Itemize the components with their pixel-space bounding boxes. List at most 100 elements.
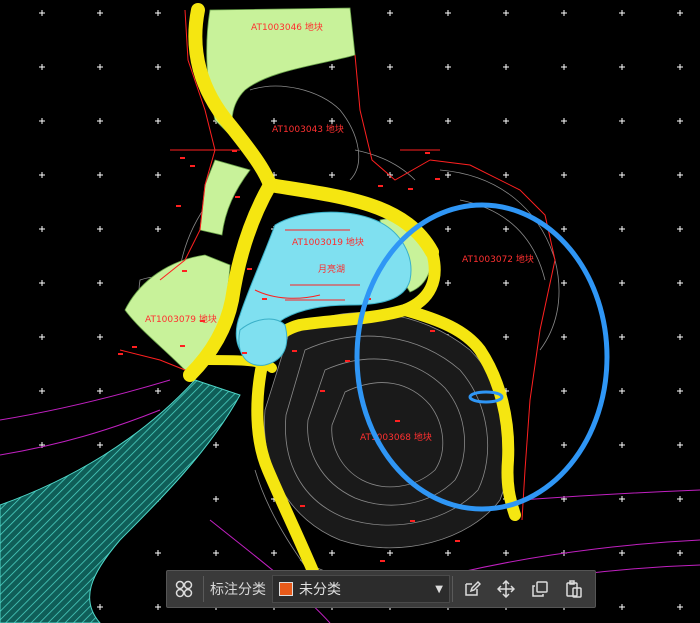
- red-mark: [380, 560, 385, 562]
- grid-cross: [39, 172, 45, 178]
- grid-cross: [213, 442, 219, 448]
- grid-cross: [155, 118, 161, 124]
- copy-button[interactable]: [523, 572, 557, 606]
- grid-cross: [39, 10, 45, 16]
- grid-cross: [39, 334, 45, 340]
- grid-cross: [329, 172, 335, 178]
- grid-cross: [97, 10, 103, 16]
- grid-cross: [97, 388, 103, 394]
- grid-cross: [97, 172, 103, 178]
- grid-cross: [155, 226, 161, 232]
- toolbar-separator: [452, 576, 453, 602]
- red-mark: [182, 270, 187, 272]
- grid-cross: [503, 64, 509, 70]
- grid-cross: [445, 10, 451, 16]
- grid-cross: [39, 388, 45, 394]
- grid-cross: [677, 172, 683, 178]
- grid-cross: [213, 550, 219, 556]
- grid-cross: [561, 388, 567, 394]
- grid-cross: [619, 172, 625, 178]
- parcel-label-top: AT1003046 地块: [251, 21, 323, 33]
- grid-cross: [503, 10, 509, 16]
- red-mark: [345, 360, 350, 362]
- grid-cross: [503, 118, 509, 124]
- grid-cross: [445, 280, 451, 286]
- grid-cross: [155, 64, 161, 70]
- red-mark: [410, 520, 415, 522]
- grid-cross: [213, 496, 219, 502]
- grid-cross: [97, 604, 103, 610]
- red-mark: [320, 390, 325, 392]
- grid-cross: [561, 118, 567, 124]
- grid-cross: [329, 118, 335, 124]
- red-mark: [262, 298, 267, 300]
- grid-cross: [619, 550, 625, 556]
- grid-cross: [271, 550, 277, 556]
- red-mark: [435, 178, 440, 180]
- four-circles-icon[interactable]: [167, 570, 201, 608]
- grid-cross: [619, 64, 625, 70]
- red-mark: [378, 185, 383, 187]
- grid-cross: [155, 388, 161, 394]
- grid-cross: [677, 334, 683, 340]
- grid-cross: [561, 442, 567, 448]
- red-mark: [430, 330, 435, 332]
- grid-cross: [619, 280, 625, 286]
- grid-cross: [503, 172, 509, 178]
- red-mark: [455, 540, 460, 542]
- grid-cross: [561, 226, 567, 232]
- red-mark: [132, 346, 137, 348]
- grid-cross: [561, 64, 567, 70]
- grid-cross: [329, 550, 335, 556]
- edit-button[interactable]: [455, 572, 489, 606]
- red-mark: [176, 205, 181, 207]
- grid-cross: [677, 604, 683, 610]
- grid-cross: [39, 118, 45, 124]
- grid-cross: [561, 334, 567, 340]
- copy-icon: [532, 581, 548, 597]
- cad-drawing-canvas[interactable]: AT1003046 地块 AT1003043 地块 AT1003019 地块 月…: [0, 0, 700, 623]
- grid-cross: [387, 64, 393, 70]
- category-selected-value: 未分类: [299, 582, 341, 598]
- paste-icon: [566, 580, 582, 598]
- grid-cross: [561, 172, 567, 178]
- grid-cross: [271, 118, 277, 124]
- grid-cross: [677, 550, 683, 556]
- parcel-label-upper: AT1003043 地块: [272, 123, 344, 135]
- grid-cross: [677, 118, 683, 124]
- red-mark: [247, 268, 252, 270]
- grid-cross: [503, 226, 509, 232]
- lake-lower-area: [238, 318, 288, 366]
- grid-cross: [619, 388, 625, 394]
- grid-cross: [39, 280, 45, 286]
- grid-cross: [329, 64, 335, 70]
- grid-cross: [445, 64, 451, 70]
- grid-cross: [155, 550, 161, 556]
- grid-cross: [445, 226, 451, 232]
- grid-cross: [619, 118, 625, 124]
- grid-cross: [503, 280, 509, 286]
- grid-cross: [677, 442, 683, 448]
- paste-button[interactable]: [557, 572, 591, 606]
- grid-cross: [677, 10, 683, 16]
- category-dropdown[interactable]: 未分类 ▼: [272, 575, 450, 603]
- grid-cross: [387, 10, 393, 16]
- grid-cross: [677, 388, 683, 394]
- grid-cross: [445, 172, 451, 178]
- grid-cross: [619, 442, 625, 448]
- grid-cross: [677, 226, 683, 232]
- category-label: 标注分类: [210, 582, 266, 598]
- annotation-toolbar: 标注分类 未分类 ▼: [166, 570, 596, 608]
- grid-cross: [445, 550, 451, 556]
- grid-cross: [155, 172, 161, 178]
- lake-name-label: 月亮湖: [318, 263, 345, 275]
- grid-cross: [677, 280, 683, 286]
- grid-cross: [677, 64, 683, 70]
- grid-cross: [387, 118, 393, 124]
- grid-cross: [39, 64, 45, 70]
- parcel-label-lake: AT1003019 地块: [292, 236, 364, 248]
- red-mark: [180, 345, 185, 347]
- grid-cross: [619, 10, 625, 16]
- red-mark: [190, 165, 195, 167]
- move-button[interactable]: [489, 572, 523, 606]
